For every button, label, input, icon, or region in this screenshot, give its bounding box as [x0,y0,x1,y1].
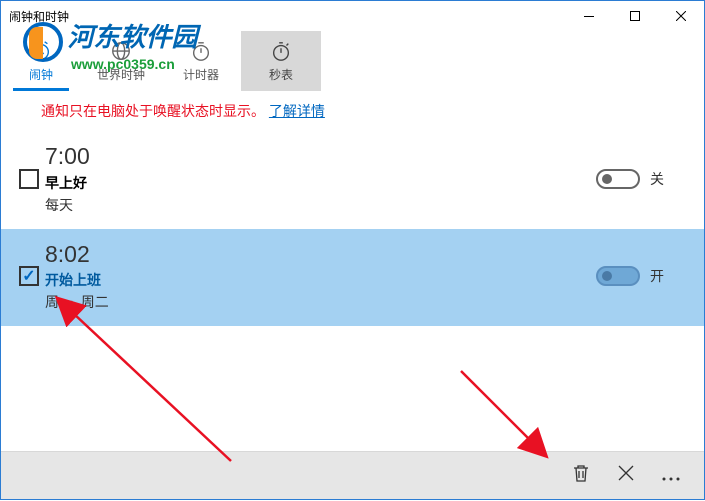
alarm-time: 8:02 [45,241,596,269]
tab-stopwatch[interactable]: 秒表 [241,31,321,91]
titlebar: 闹钟和时钟 [1,1,704,31]
alarm-name: 早上好 [45,173,596,193]
alarm-item[interactable]: 7:00 早上好 每天 关 [1,131,704,229]
tab-label: 秒表 [269,66,293,83]
alarm-time: 7:00 [45,143,596,171]
more-icon [662,477,680,481]
timer-icon [190,40,212,62]
alarm-toggle-wrap: 开 [596,266,664,286]
tab-label: 闹钟 [29,66,53,83]
tab-timer[interactable]: 计时器 [161,31,241,91]
alarm-body: 7:00 早上好 每天 [45,143,596,215]
clock-icon [30,40,52,62]
tab-label: 世界时钟 [97,66,145,83]
alarm-list: 7:00 早上好 每天 关 8:02 开始上班 周一, 周二 开 [1,131,704,326]
window-controls [566,1,704,31]
globe-icon [110,40,132,62]
alarm-item[interactable]: 8:02 开始上班 周一, 周二 开 [1,229,704,327]
notice-text: 通知只在电脑处于唤醒状态时显示。 [41,103,265,119]
alarm-body: 8:02 开始上班 周一, 周二 [45,241,596,313]
alarm-name: 开始上班 [45,270,596,290]
notice-link[interactable]: 了解详情 [269,103,325,119]
alarm-toggle[interactable] [596,266,640,286]
tab-bar: 闹钟 世界时钟 计时器 秒表 [1,31,704,91]
stopwatch-icon [270,40,292,62]
close-button[interactable] [658,1,704,31]
trash-icon [572,463,590,483]
alarm-repeat: 周一, 周二 [45,292,596,312]
tab-alarm[interactable]: 闹钟 [1,31,81,91]
bottom-toolbar [1,451,704,499]
alarm-checkbox[interactable] [19,266,39,286]
close-icon [618,465,634,481]
toggle-label: 关 [650,169,664,189]
minimize-button[interactable] [566,1,612,31]
more-button[interactable] [662,465,680,486]
cancel-button[interactable] [618,465,634,486]
maximize-button[interactable] [612,1,658,31]
alarm-toggle[interactable] [596,169,640,189]
alarm-checkbox[interactable] [19,169,39,189]
alarm-toggle-wrap: 关 [596,169,664,189]
window-title: 闹钟和时钟 [9,8,69,25]
delete-button[interactable] [572,463,590,488]
toggle-label: 开 [650,266,664,286]
notification-banner: 通知只在电脑处于唤醒状态时显示。 了解详情 [1,91,704,131]
alarm-repeat: 每天 [45,195,596,215]
tab-world-clock[interactable]: 世界时钟 [81,31,161,91]
tab-label: 计时器 [183,66,219,83]
